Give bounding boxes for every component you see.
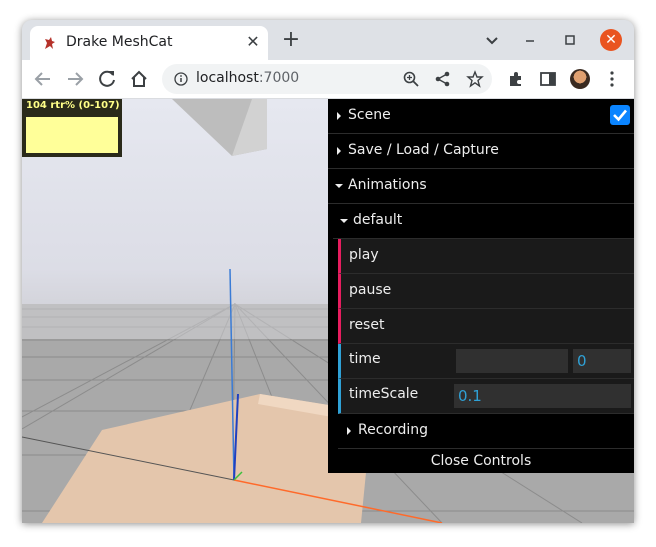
caret-right-icon — [337, 112, 341, 120]
folder-recording-label: Recording — [358, 422, 429, 438]
pause-button[interactable]: pause — [338, 274, 634, 309]
new-tab-button[interactable]: + — [280, 29, 302, 52]
extensions-puzzle-icon[interactable] — [506, 69, 526, 89]
tab-strip: Drake MeshCat ✕ + ✕ — [22, 20, 634, 60]
caret-right-icon — [347, 427, 351, 435]
folder-save-load-label: Save / Load / Capture — [348, 142, 499, 158]
time-slider[interactable] — [456, 349, 568, 373]
folder-scene[interactable]: Scene — [328, 99, 634, 134]
folder-animations-label: Animations — [348, 177, 427, 193]
play-label: play — [349, 247, 379, 263]
folder-recording[interactable]: Recording — [338, 414, 634, 449]
reload-icon[interactable] — [96, 68, 118, 90]
pause-label: pause — [349, 282, 392, 298]
url-port: :7000 — [258, 70, 300, 86]
render-stats-graph — [26, 117, 118, 153]
tab-title: Drake MeshCat — [66, 34, 173, 50]
folder-animations[interactable]: Animations — [328, 169, 634, 204]
folder-default-label: default — [353, 212, 403, 228]
forward-arrow-icon[interactable] — [64, 68, 86, 90]
checkmark-icon — [613, 109, 627, 122]
default-content: play pause reset time 0 timeScale 0.1 Re… — [338, 239, 634, 449]
reset-button[interactable]: reset — [338, 309, 634, 344]
profile-avatar[interactable] — [570, 69, 590, 89]
render-stats-text: 104 rtr% (0-107) — [26, 100, 120, 111]
minimize-icon[interactable] — [520, 30, 540, 50]
back-arrow-icon[interactable] — [32, 68, 54, 90]
bookmark-star-icon[interactable] — [466, 70, 484, 88]
more-menu-icon[interactable] — [602, 69, 622, 89]
window-close-button[interactable]: ✕ — [600, 29, 622, 51]
maximize-icon[interactable] — [560, 30, 580, 50]
folder-save-load-capture[interactable]: Save / Load / Capture — [328, 134, 634, 169]
render-stats-widget[interactable]: 104 rtr% (0-107) — [22, 99, 122, 157]
tab-close-icon[interactable]: ✕ — [244, 33, 262, 51]
timescale-control: timeScale 0.1 — [338, 379, 634, 414]
url-text: localhost:7000 — [196, 70, 299, 86]
site-info-icon[interactable] — [174, 72, 188, 86]
timescale-input[interactable]: 0.1 — [454, 384, 631, 408]
caret-right-icon — [337, 147, 341, 155]
scene-visible-checkbox[interactable] — [610, 105, 630, 125]
timescale-label: timeScale — [349, 386, 419, 402]
folder-default[interactable]: default — [333, 204, 634, 239]
folder-scene-label: Scene — [348, 107, 391, 123]
close-controls-button[interactable]: Close Controls — [328, 449, 634, 473]
close-icon: ✕ — [605, 32, 617, 48]
animations-content: default play pause reset time 0 timeScal… — [333, 204, 634, 449]
browser-toolbar: localhost:7000 — [22, 60, 634, 99]
browser-window: Drake MeshCat ✕ + ✕ localhost:7000 104 r… — [22, 20, 634, 523]
url-host: localhost — [196, 70, 259, 86]
caret-down-icon — [340, 219, 348, 223]
tab-drake-meshcat[interactable]: Drake MeshCat ✕ — [30, 26, 268, 60]
home-icon[interactable] — [128, 68, 150, 90]
time-label: time — [349, 351, 381, 367]
address-bar[interactable]: localhost:7000 — [162, 64, 492, 94]
meshcat-viewport[interactable]: 104 rtr% (0-107) Scene Save / Load / Cap… — [22, 99, 634, 523]
reset-label: reset — [349, 317, 385, 333]
time-control: time 0 — [338, 344, 634, 379]
drake-favicon-icon — [45, 37, 55, 49]
zoom-icon[interactable] — [402, 70, 420, 88]
side-panel-icon[interactable] — [538, 69, 558, 89]
tab-search-chevron-icon[interactable] — [482, 30, 502, 50]
caret-down-icon — [335, 184, 343, 188]
controls-panel: Scene Save / Load / Capture Animations d… — [328, 99, 634, 473]
play-button[interactable]: play — [338, 239, 634, 274]
time-input[interactable]: 0 — [573, 349, 631, 373]
share-icon[interactable] — [434, 70, 452, 88]
